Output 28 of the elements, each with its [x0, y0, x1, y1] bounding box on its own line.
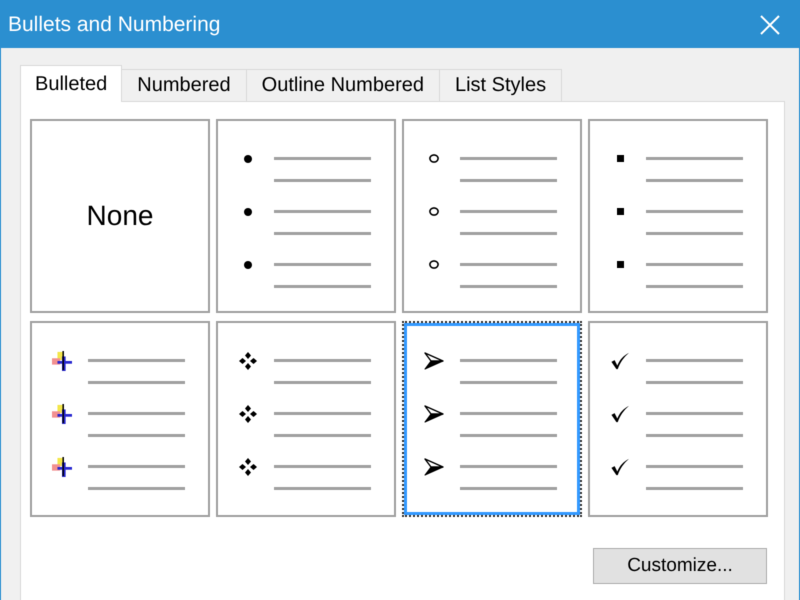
square-bullet-icon — [616, 208, 624, 215]
ring-bullet-icon — [429, 207, 439, 216]
close-icon — [760, 14, 780, 34]
check-icon — [610, 404, 630, 422]
bullet-style-option[interactable] — [402, 321, 582, 517]
tab[interactable]: List Styles — [438, 69, 562, 101]
arrowhead-icon — [424, 458, 444, 476]
arrowhead-icon — [424, 404, 444, 422]
four-diamonds-icon — [239, 458, 257, 476]
four-diamonds-icon — [239, 352, 257, 370]
dot-bullet-icon — [244, 208, 252, 216]
ring-bullet-icon — [429, 154, 439, 163]
colored-cross-icon — [52, 350, 72, 370]
square-bullet-icon — [616, 261, 624, 268]
tab[interactable]: Bulleted — [20, 65, 122, 102]
customize-button[interactable]: Customize... — [593, 548, 767, 584]
no-bullet-option[interactable]: None — [30, 119, 210, 313]
colored-cross-icon — [52, 404, 72, 424]
four-diamonds-icon — [239, 404, 257, 422]
check-icon — [610, 458, 630, 476]
dot-bullet-icon — [244, 154, 252, 162]
colored-cross-icon — [52, 456, 72, 476]
check-icon — [610, 352, 630, 370]
square-bullet-icon — [616, 155, 624, 162]
window-title: Bullets and Numbering — [7, 12, 220, 36]
arrowhead-icon — [424, 352, 444, 370]
ring-bullet-icon — [429, 260, 439, 269]
dot-bullet-icon — [244, 260, 252, 268]
